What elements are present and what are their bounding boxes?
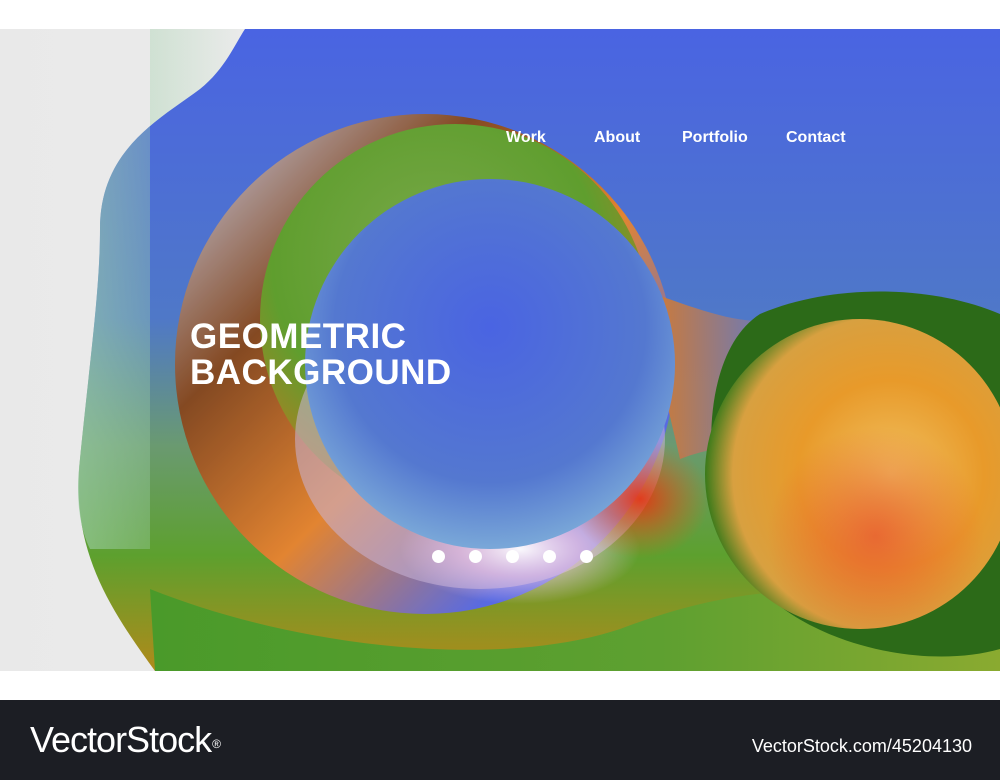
- watermark-footer: VectorStock® VectorStock.com/45204130: [0, 700, 1000, 780]
- registered-mark: ®: [212, 737, 221, 751]
- hero-title: GEOMETRIC BACKGROUND: [190, 319, 452, 391]
- nav-link-contact[interactable]: Contact: [786, 128, 846, 148]
- logo-text: VectorStock: [30, 719, 212, 760]
- vectorstock-logo: VectorStock®: [30, 718, 221, 762]
- slider-dot-1[interactable]: [432, 550, 445, 563]
- slider-dot-5[interactable]: [580, 550, 593, 563]
- geometric-shapes: [78, 29, 1000, 671]
- hero-title-line-1: GEOMETRIC: [190, 317, 407, 356]
- hero-background: Work About Portfolio Contact GEOMETRIC B…: [0, 29, 1000, 671]
- nav-link-about[interactable]: About: [594, 128, 640, 148]
- nav-link-work[interactable]: Work: [506, 128, 546, 148]
- hero-title-line-2: BACKGROUND: [190, 353, 452, 392]
- landing-page: Work About Portfolio Contact GEOMETRIC B…: [0, 0, 1000, 780]
- image-id-label: VectorStock.com/45204130: [751, 736, 972, 756]
- slider-dot-3[interactable]: [506, 550, 519, 563]
- slider-dot-4[interactable]: [543, 550, 556, 563]
- top-nav: Work About Portfolio Contact: [0, 128, 1000, 148]
- slider-dot-2[interactable]: [469, 550, 482, 563]
- nav-link-portfolio[interactable]: Portfolio: [682, 128, 748, 148]
